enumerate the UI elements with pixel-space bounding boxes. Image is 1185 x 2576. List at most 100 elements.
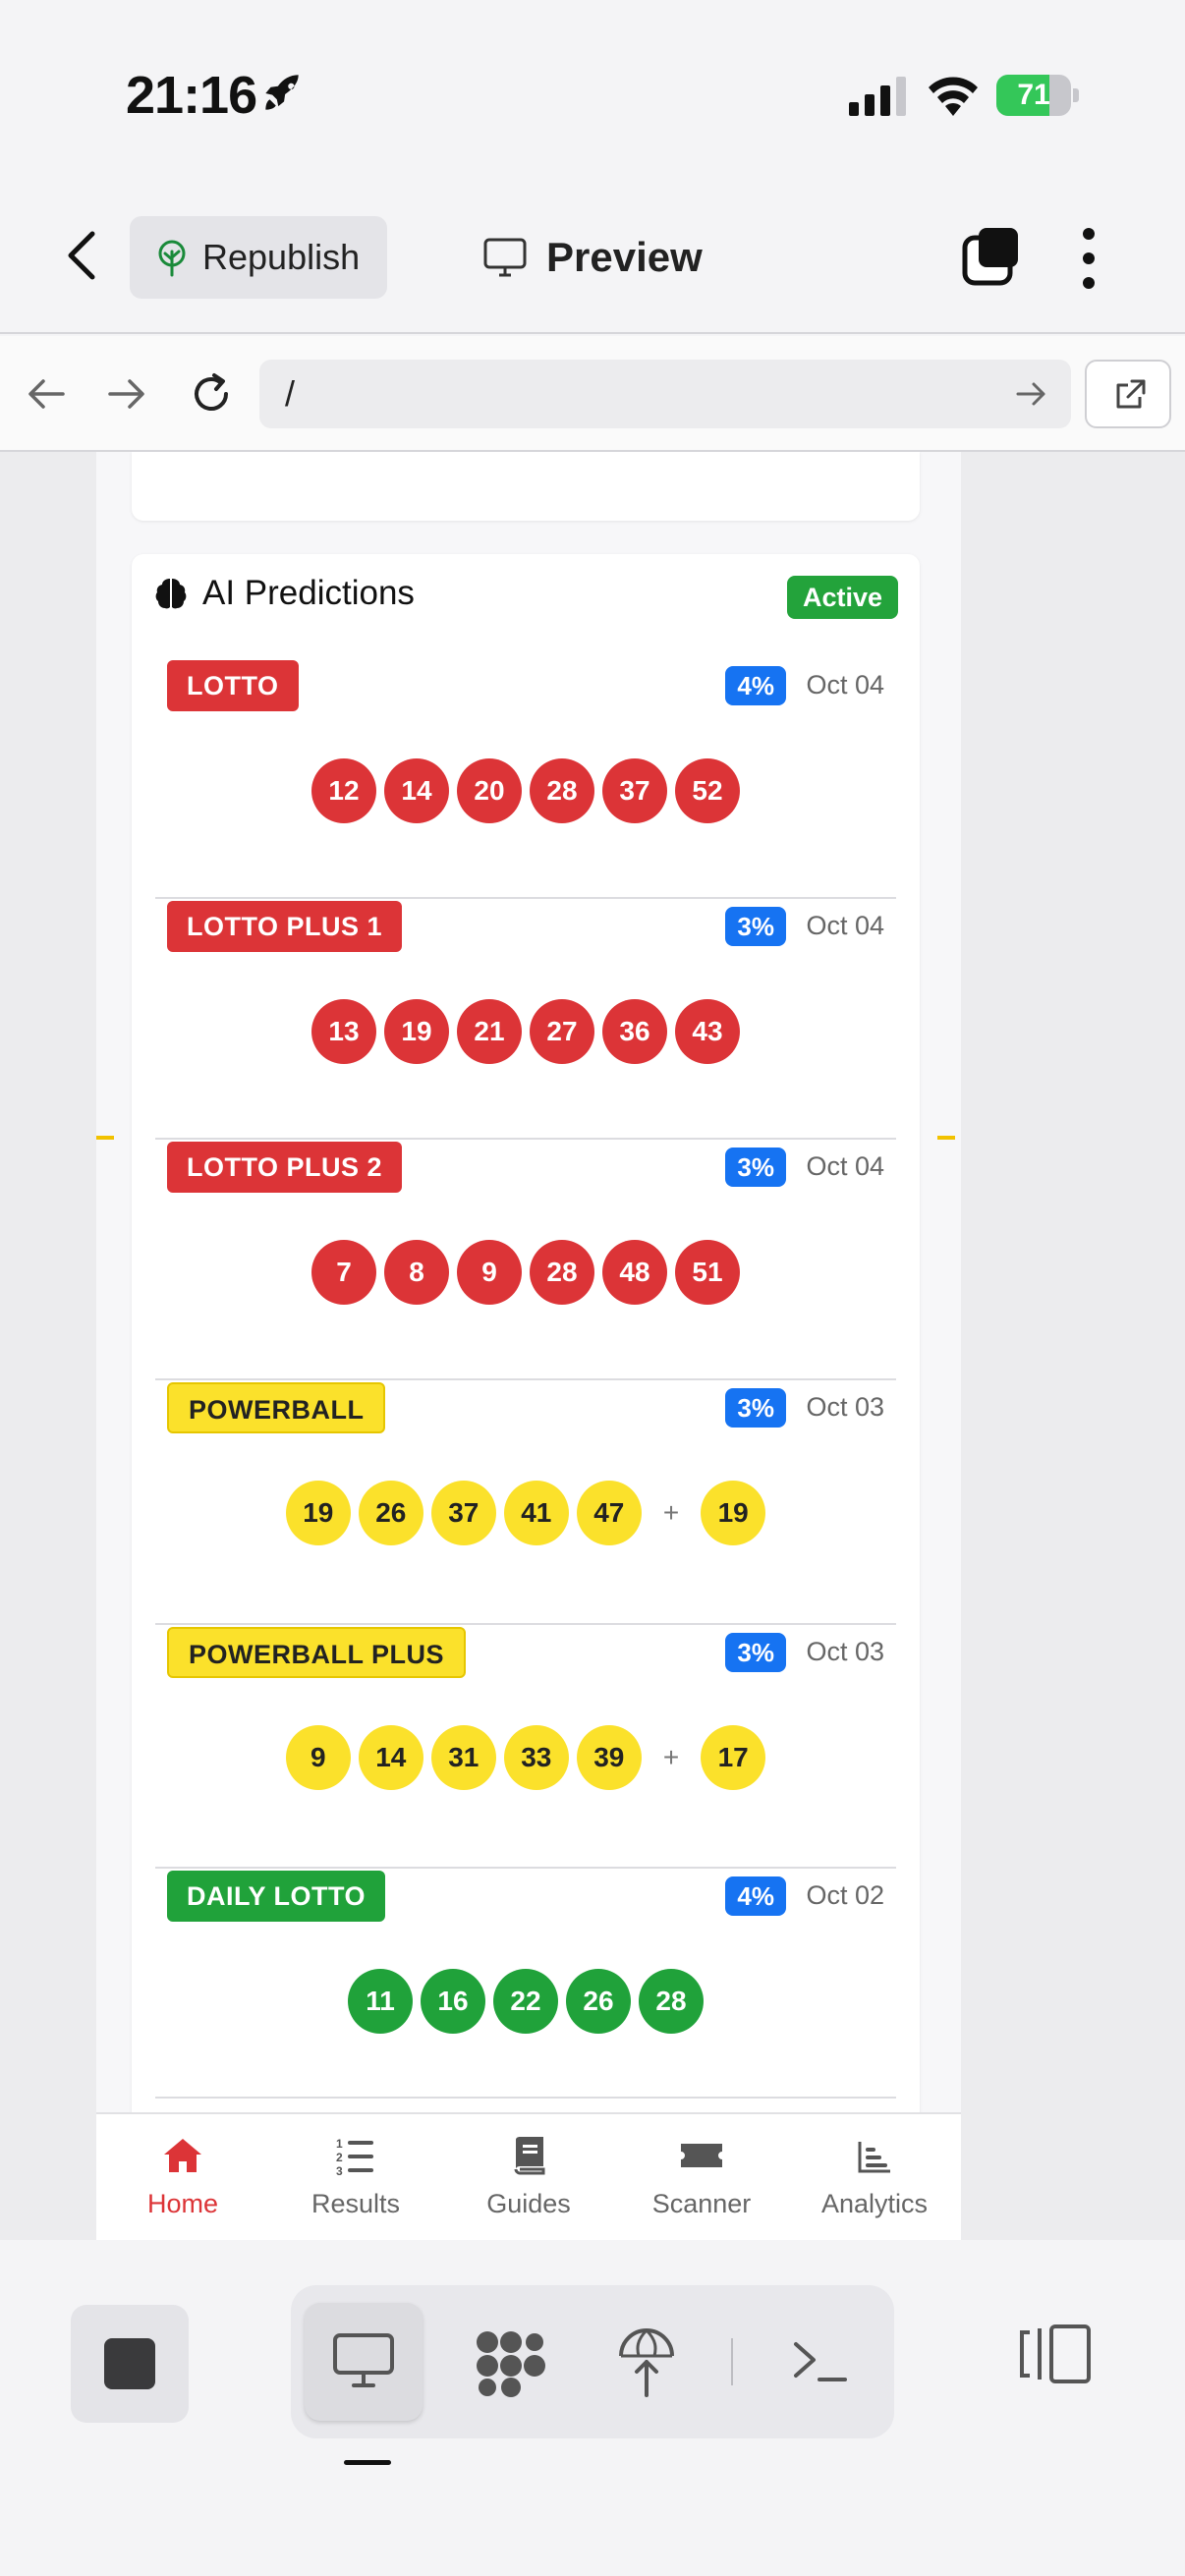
nav-label-guides: Guides <box>486 2189 571 2218</box>
stop-button[interactable] <box>71 2305 189 2423</box>
number-ball: 19 <box>285 1481 351 1545</box>
draw-date: Oct 04 <box>806 670 884 700</box>
number-ball: 37 <box>430 1481 496 1545</box>
number-ball: 9 <box>285 1725 351 1790</box>
wifi-icon <box>929 77 978 116</box>
url-input[interactable]: / <box>259 360 1071 428</box>
game-label: LOTTO PLUS 1 <box>167 901 403 952</box>
desktop-icon <box>333 2333 394 2387</box>
game-label: POWERBALL PLUS <box>167 1627 467 1678</box>
tabs-stack-icon[interactable] <box>961 226 1022 287</box>
bar-chart-icon <box>858 2142 890 2173</box>
battery-percent: 71 <box>1017 79 1050 111</box>
prediction-row: DAILY LOTTO 4% Oct 02 11 16 22 26 28 <box>155 1871 896 2099</box>
nav-item-home[interactable]: Home <box>96 2114 269 2240</box>
home-icon <box>164 2139 201 2172</box>
go-arrow-icon[interactable] <box>1012 375 1049 413</box>
number-ball: 41 <box>503 1481 569 1545</box>
number-ball: 52 <box>675 758 740 823</box>
number-ball: 43 <box>675 999 740 1064</box>
svg-text:1: 1 <box>336 2137 343 2151</box>
preview-tab[interactable]: Preview <box>483 226 703 289</box>
confidence-badge: 3% <box>725 1633 786 1672</box>
number-ball: 39 <box>576 1725 642 1790</box>
number-ball: 8 <box>384 1240 449 1305</box>
number-ball: 19 <box>384 999 449 1064</box>
game-label: LOTTO PLUS 2 <box>167 1142 403 1193</box>
confidence-badge: 3% <box>725 907 786 946</box>
number-ball: 11 <box>348 1969 413 2034</box>
nav-label-scanner: Scanner <box>651 2189 752 2218</box>
plus-sign: + <box>662 1497 680 1528</box>
active-view-indicator <box>344 2460 391 2465</box>
number-ball: 33 <box>503 1725 569 1790</box>
deploy-globe-icon[interactable] <box>617 2326 676 2399</box>
accent-marker-right <box>937 1136 955 1140</box>
number-balls: 13 19 21 27 36 43 <box>155 999 896 1064</box>
preview-label: Preview <box>546 234 703 280</box>
app-header: Republish Preview <box>0 196 1185 334</box>
numbered-list-icon: 1 2 3 <box>336 2137 373 2175</box>
card-header: AI Predictions <box>153 574 415 613</box>
draw-date: Oct 04 <box>806 911 884 940</box>
deploy-tree-icon <box>158 240 186 277</box>
number-balls: 9 14 31 33 39 +17 <box>155 1725 896 1790</box>
previous-card <box>132 452 920 521</box>
workspace-toolbar <box>0 2240 1185 2576</box>
number-ball: 31 <box>430 1725 496 1790</box>
nav-item-results[interactable]: 1 2 3 Results <box>269 2114 442 2240</box>
preview-view-button[interactable] <box>305 2303 423 2421</box>
number-ball: 7 <box>311 1240 376 1305</box>
nav-item-scanner[interactable]: Scanner <box>615 2114 788 2240</box>
ai-predictions-card: AI Predictions Active LOTTO 4% Oct 04 12 14 2… <box>132 554 920 2240</box>
nav-label-results: Results <box>310 2189 401 2218</box>
prediction-row: POWERBALL PLUS 3% Oct 03 9 14 31 33 39 +17 <box>155 1627 896 1869</box>
number-balls: 12 14 20 28 37 52 <box>155 758 896 823</box>
nav-label-home: Home <box>146 2189 219 2218</box>
number-ball: 9 <box>457 1240 522 1305</box>
web-viewport[interactable]: AI Predictions Active LOTTO 4% Oct 04 12 14 2… <box>0 452 1185 2240</box>
view-switcher <box>291 2285 894 2438</box>
brain-icon <box>155 579 187 609</box>
republish-button[interactable]: Republish <box>130 216 387 299</box>
draw-date: Oct 02 <box>806 1880 884 1910</box>
confidence-badge: 3% <box>725 1148 786 1187</box>
stop-icon <box>104 2338 155 2389</box>
svg-text:3: 3 <box>336 2164 343 2175</box>
agents-icon[interactable] <box>474 2328 548 2397</box>
game-label: POWERBALL <box>167 1382 386 1433</box>
rocket-icon <box>265 75 299 110</box>
number-ball: 26 <box>358 1481 423 1545</box>
accent-marker-left <box>96 1136 114 1140</box>
bonus-ball: 17 <box>701 1725 766 1790</box>
arrow-left-icon[interactable] <box>24 371 69 417</box>
number-ball: 12 <box>311 758 376 823</box>
back-chevron-icon[interactable] <box>57 226 110 285</box>
more-options-icon[interactable] <box>1081 224 1097 293</box>
number-ball: 27 <box>530 999 594 1064</box>
number-ball: 14 <box>384 758 449 823</box>
draw-date: Oct 03 <box>806 1637 884 1666</box>
nav-item-analytics[interactable]: Analytics <box>788 2114 961 2240</box>
number-ball: 16 <box>421 1969 485 2034</box>
number-ball: 51 <box>675 1240 740 1305</box>
browser-bar: / <box>0 336 1185 452</box>
number-balls: 11 16 22 26 28 <box>155 1969 896 2034</box>
book-icon <box>514 2137 545 2175</box>
prediction-row: LOTTO PLUS 1 3% Oct 04 13 19 21 27 36 43 <box>155 901 896 1140</box>
number-ball: 22 <box>493 1969 558 2034</box>
arrow-right-icon[interactable] <box>104 371 149 417</box>
split-panel-icon[interactable] <box>1018 2323 1093 2385</box>
confidence-badge: 4% <box>725 1876 786 1916</box>
game-label: LOTTO <box>167 660 299 711</box>
draw-date: Oct 04 <box>806 1151 884 1181</box>
reload-icon[interactable] <box>187 369 236 419</box>
game-label: DAILY LOTTO <box>167 1871 386 1922</box>
nav-item-guides[interactable]: Guides <box>442 2114 615 2240</box>
open-external-button[interactable] <box>1085 360 1171 428</box>
url-value: / <box>285 373 296 414</box>
terminal-icon[interactable] <box>790 2332 849 2391</box>
draw-date: Oct 03 <box>806 1392 884 1422</box>
prediction-row: LOTTO PLUS 2 3% Oct 04 7 8 9 28 48 51 <box>155 1142 896 1380</box>
svg-text:2: 2 <box>336 2151 343 2164</box>
